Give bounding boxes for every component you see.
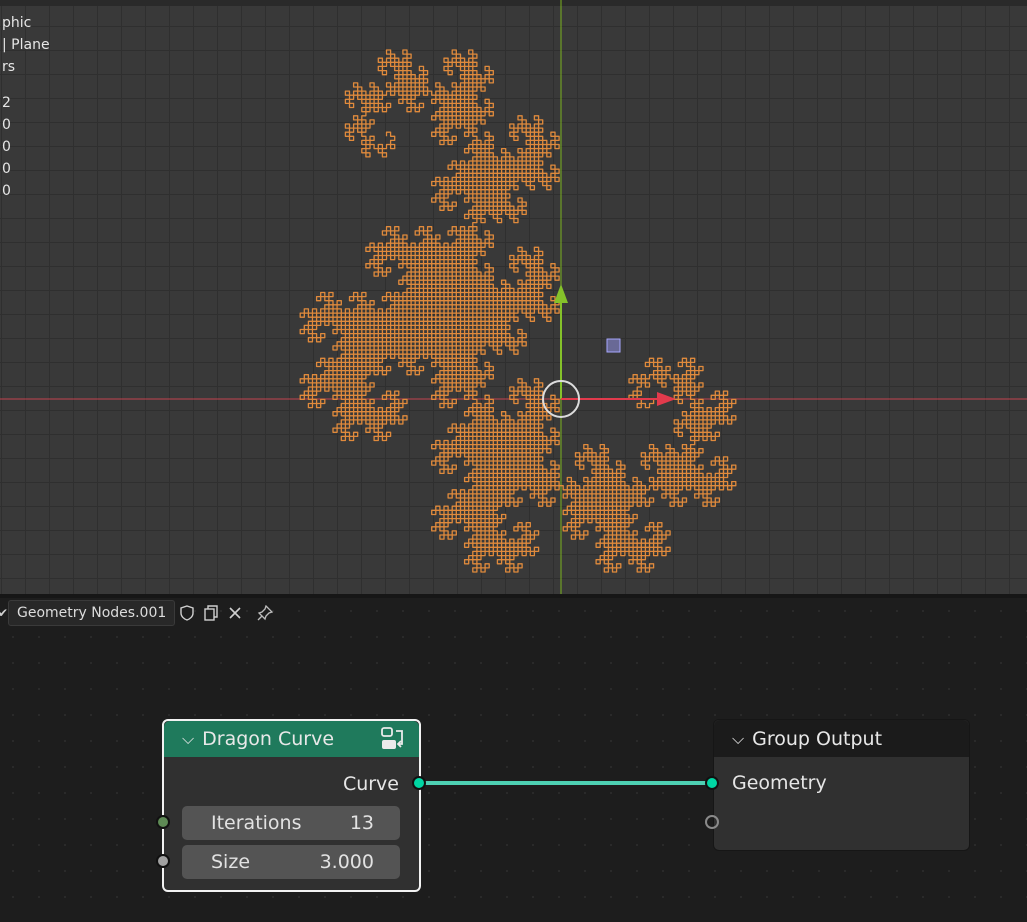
group-output-node-title: Group Output [752,727,883,750]
size-value: 3.000 [319,851,374,873]
close-icon[interactable] [223,601,247,625]
geometry-input-socket[interactable] [705,776,719,790]
chevron-down-icon[interactable]: ⌵ [182,729,194,749]
iterations-value: 13 [349,812,374,834]
transform-gizmo[interactable] [542,284,676,418]
size-input-socket[interactable] [156,854,170,868]
gizmo-plane-handle[interactable] [606,338,621,353]
dragon-curve-node-title: Dragon Curve [202,728,335,750]
curve-output-label: Curve [342,773,399,795]
empty-input-socket[interactable] [705,815,719,829]
chevron-down-icon[interactable]: ⌵ [732,729,744,749]
pin-icon[interactable] [253,601,277,625]
iterations-label: Iterations [211,812,302,834]
dragon-curve-mesh[interactable] [299,49,737,573]
size-field[interactable]: Size 3.000 [182,845,400,879]
node-group-icon[interactable] [380,726,406,757]
curve-output-socket[interactable] [412,776,426,790]
shield-icon[interactable] [175,601,199,625]
dragon-curve-node[interactable]: ⌵ Dragon Curve Curve Iterations 13 Size … [162,719,421,892]
size-label: Size [211,851,251,873]
viewport-scene [0,0,1027,594]
geometry-input-label: Geometry [732,772,827,794]
chevron-down-icon[interactable]: ✔ [0,606,8,620]
dragon-curve-node-header[interactable]: ⌵ Dragon Curve [164,721,419,757]
gizmo-y-arrow[interactable] [554,284,568,303]
copy-icon[interactable] [199,601,223,625]
gizmo-x-arrow[interactable] [657,392,676,406]
group-output-node-header[interactable]: ⌵ Group Output [714,720,969,757]
iterations-field[interactable]: Iterations 13 [182,806,400,840]
3d-viewport[interactable]: phic | Plane rs 2 0 0 0 0 [0,0,1027,594]
node-editor-header: ✔ Geometry Nodes.001 [0,600,277,626]
iterations-input-socket[interactable] [156,815,170,829]
dragon-curve-path [299,49,737,573]
group-output-node[interactable]: ⌵ Group Output Geometry [713,719,970,851]
node-group-name-field[interactable]: Geometry Nodes.001 [8,600,176,626]
